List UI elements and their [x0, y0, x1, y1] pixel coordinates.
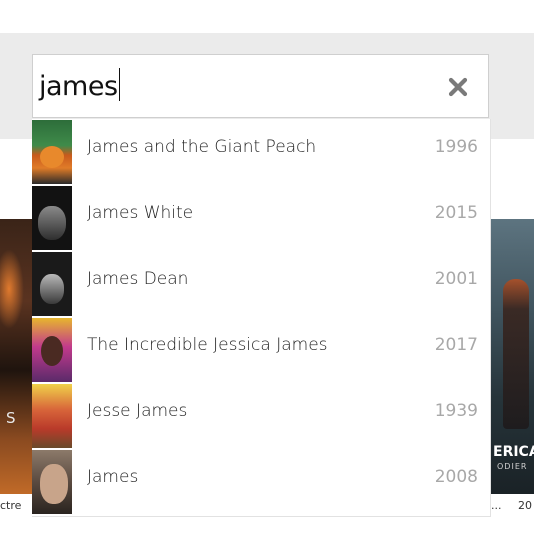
result-title: James Dean [87, 269, 189, 289]
result-item[interactable]: Jesse James 1939 [32, 383, 490, 449]
close-icon [448, 77, 468, 97]
search-results-dropdown: James and the Giant Peach 1996 James Whi… [32, 119, 491, 517]
movie-card-left[interactable]: S [0, 219, 32, 494]
result-title: James [87, 467, 139, 487]
result-year: 2017 [434, 335, 478, 355]
result-item[interactable]: The Incredible Jessica James 2017 [32, 317, 490, 383]
result-year: 2015 [434, 203, 478, 223]
result-year: 2008 [434, 467, 478, 487]
clear-search-button[interactable] [448, 77, 468, 97]
result-year: 2001 [434, 269, 478, 289]
result-item[interactable]: James and the Giant Peach 1996 [32, 119, 490, 185]
search-query[interactable]: james [39, 68, 121, 102]
result-title: James and the Giant Peach [87, 137, 317, 157]
poster-subtext-right: ODIER [497, 462, 528, 471]
result-year: 1996 [434, 137, 478, 157]
result-item[interactable]: James 2008 [32, 449, 490, 515]
movie-card-right[interactable]: ERICA ODIER [491, 219, 534, 494]
result-poster [32, 318, 72, 382]
movie-poster-left: S [0, 219, 32, 494]
result-poster [32, 186, 72, 250]
movie-caption-left: ctre [0, 499, 22, 512]
result-poster [32, 252, 72, 316]
poster-text-right: ERICA [493, 444, 534, 460]
search-input[interactable]: james [32, 54, 489, 118]
result-item[interactable]: James White 2015 [32, 185, 490, 251]
movie-poster-right: ERICA ODIER [491, 219, 534, 494]
result-title: The Incredible Jessica James [87, 335, 328, 355]
result-title: Jesse James [87, 401, 188, 421]
result-poster [32, 450, 72, 514]
poster-text-left: S [6, 409, 18, 427]
text-caret [118, 68, 121, 101]
movie-caption-right-ellipsis: ... [491, 499, 502, 512]
result-item[interactable]: James Dean 2001 [32, 251, 490, 317]
movie-caption-right: 20 [518, 499, 532, 512]
result-poster [32, 120, 72, 184]
result-title: James White [87, 203, 194, 223]
result-year: 1939 [434, 401, 478, 421]
result-poster [32, 384, 72, 448]
